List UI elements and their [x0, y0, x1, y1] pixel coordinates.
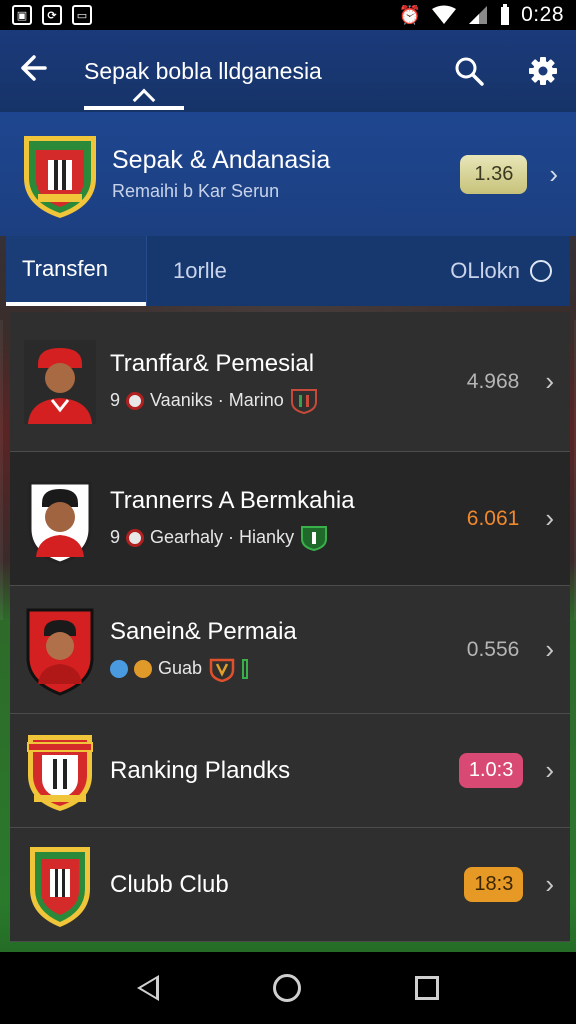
- image-icon: ▣: [12, 5, 32, 25]
- list-item-title: Tranffar& Pemesial: [110, 349, 315, 377]
- back-arrow-icon[interactable]: [18, 53, 62, 89]
- chevron-right-icon[interactable]: ›: [549, 159, 558, 190]
- chevron-right-icon[interactable]: ›: [545, 755, 554, 786]
- club-rating-badge: 1.36: [460, 154, 528, 194]
- list-item-meta: Guab: [158, 658, 203, 678]
- tab-transfen[interactable]: Transfen: [6, 236, 146, 306]
- list-item-title: Sanein& Permaia: [110, 617, 297, 645]
- list-item-value: 0.556: [466, 637, 520, 661]
- list-item-prefix: 9: [110, 527, 121, 547]
- sync-icon: ⟳: [42, 5, 62, 25]
- chevron-right-icon[interactable]: ›: [545, 634, 554, 665]
- list-item-value: 4.968: [466, 369, 520, 393]
- tab-ollokn[interactable]: OLlokn: [434, 236, 530, 306]
- tab-bar: Transfen 1orlle OLlokn: [6, 236, 570, 306]
- chevron-right-icon[interactable]: ›: [545, 503, 554, 534]
- list-item[interactable]: Ranking Plandks 1.0:3 ›: [10, 714, 570, 828]
- search-icon[interactable]: [454, 56, 484, 86]
- list-item-title: Clubb Club: [110, 870, 229, 898]
- tab-1orlle[interactable]: 1orlle: [146, 236, 286, 306]
- ranking-badge: 1.0:3: [458, 753, 524, 788]
- alarm-icon: ⏰: [398, 4, 422, 25]
- nav-home-icon[interactable]: [273, 974, 301, 1002]
- list-item-title: Trannerrs A Bermkahia: [110, 486, 355, 514]
- player-avatar-icon: [26, 608, 94, 696]
- list-item-meta: Vaaniks · Marino: [150, 390, 284, 410]
- nav-recent-icon[interactable]: [415, 976, 439, 1000]
- app-bar: Sepak bobla lldganesia: [0, 30, 576, 112]
- club-crest-icon: [24, 136, 96, 218]
- club-badge: 18:3: [464, 867, 524, 902]
- club-subtitle: Remaihi b Kar Serun: [112, 181, 280, 201]
- system-nav-bar: [0, 952, 576, 1024]
- list-item-title: Ranking Plandks: [110, 756, 291, 784]
- gear-icon[interactable]: [528, 56, 558, 86]
- nav-back-icon[interactable]: [137, 975, 159, 1001]
- list-item[interactable]: Tranffar& Pemesial 9 Vaaniks · Marino 4.…: [10, 312, 570, 452]
- ball-icon: [126, 528, 145, 547]
- player-avatar-icon: [28, 481, 92, 565]
- battery-icon: [501, 4, 510, 25]
- list-item[interactable]: Trannerrs A Bermkahia 9 Gearhaly · Hiank…: [10, 452, 570, 586]
- club-crest-icon: [30, 846, 90, 927]
- status-bar: ▣ ⟳ ▭ ⏰ 0:28: [0, 0, 576, 30]
- gallery-icon: ▭: [72, 5, 92, 25]
- club-name: Sepak & Andanasia: [112, 146, 331, 174]
- status-time: 0:28: [521, 3, 564, 26]
- list-item-meta: Gearhaly · Hianky: [150, 527, 295, 547]
- team-badge-icon: [290, 388, 317, 414]
- list-item[interactable]: Clubb Club 18:3 ›: [10, 828, 570, 942]
- list-item[interactable]: Sanein& Permaia Guab 0.556 ›: [10, 586, 570, 714]
- title-underline: [84, 106, 184, 110]
- player-avatar-icon: [24, 339, 96, 424]
- signal-icon: [469, 6, 488, 24]
- chevron-right-icon[interactable]: ›: [545, 869, 554, 900]
- list-item-value: 6.061: [466, 506, 520, 530]
- team-badge-icon: [209, 658, 235, 682]
- club-header[interactable]: Sepak & Andanasia Remaihi b Kar Serun 1.…: [0, 112, 576, 236]
- team-badge-icon: [301, 525, 328, 551]
- ball-icon: [126, 391, 145, 410]
- content-list: Tranffar& Pemesial 9 Vaaniks · Marino 4.…: [10, 312, 570, 942]
- club-crest-icon: [27, 734, 93, 811]
- list-item-prefix: 9: [110, 390, 121, 410]
- blue-dot-icon: [110, 659, 128, 678]
- radio-circle-icon[interactable]: [530, 260, 552, 282]
- bar-icon: [242, 658, 249, 679]
- chevron-right-icon[interactable]: ›: [545, 366, 554, 397]
- orange-dot-icon: [134, 659, 152, 678]
- page-title: Sepak bobla lldganesia: [84, 57, 322, 84]
- wifi-icon: [432, 5, 457, 24]
